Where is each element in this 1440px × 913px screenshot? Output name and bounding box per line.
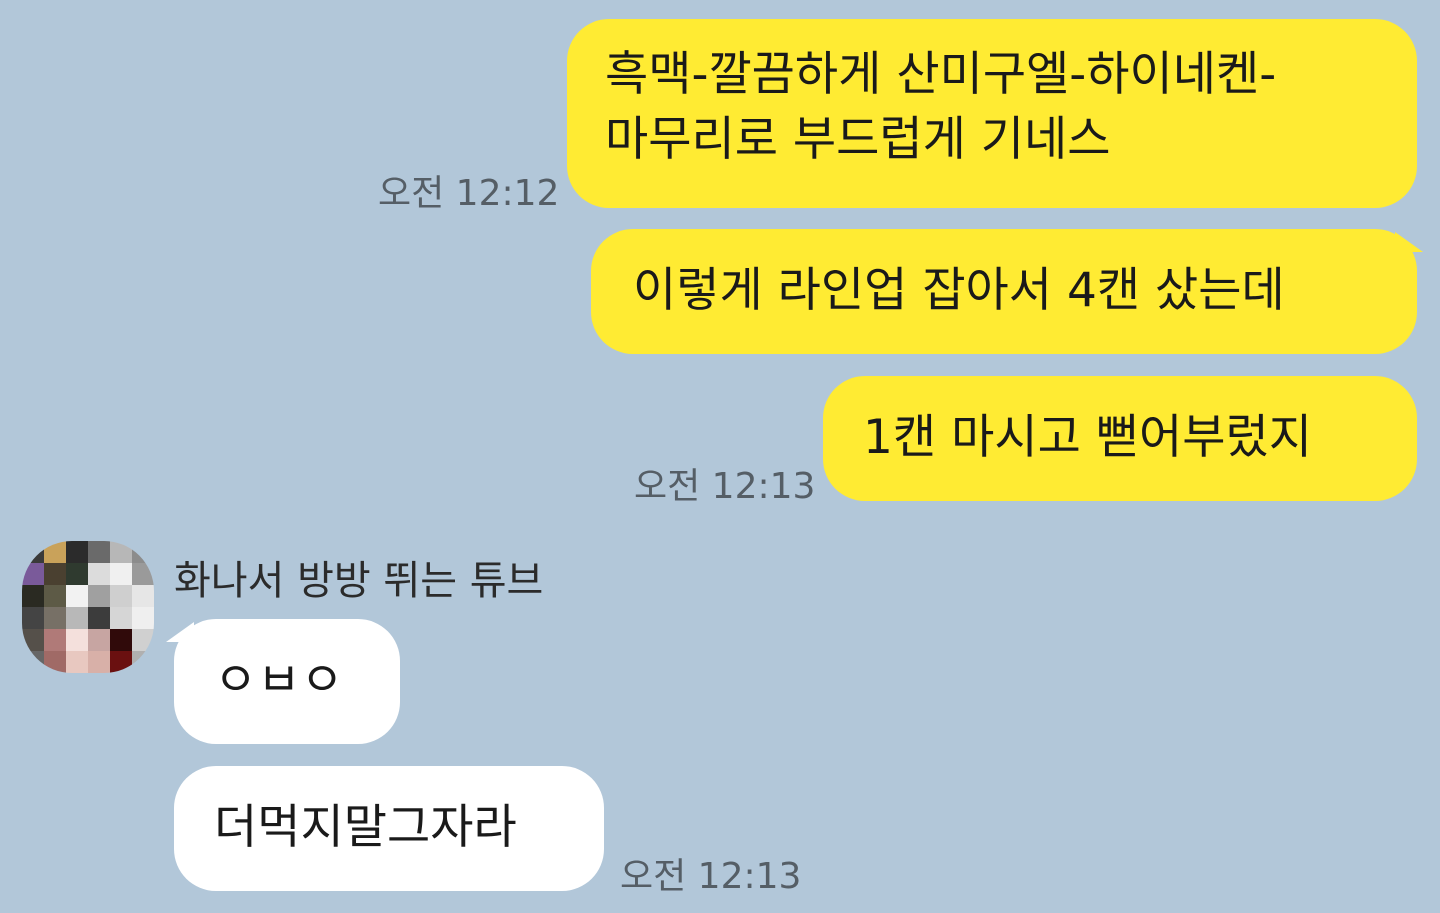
message-timestamp: 오전 12:13	[620, 856, 802, 897]
received-message-bubble[interactable]: 더먹지말그자라	[174, 766, 604, 891]
sent-message-bubble[interactable]: 이렇게 라인업 잡아서 4캔 샀는데	[591, 229, 1417, 354]
sent-message-bubble[interactable]: 1캔 마시고 뻗어부렀지	[823, 376, 1417, 501]
sender-name: 화나서 방방 뛰는 튜브	[174, 558, 544, 604]
profile-avatar-icon[interactable]	[22, 541, 154, 673]
sent-message-bubble[interactable]: 흑맥-깔끔하게 산미구엘-하이네켄- 마무리로 부드럽게 기네스	[567, 19, 1417, 208]
received-message-bubble[interactable]: ㅇㅂㅇ	[174, 619, 400, 744]
message-timestamp: 오전 12:12	[378, 173, 560, 214]
message-timestamp: 오전 12:13	[634, 466, 816, 507]
